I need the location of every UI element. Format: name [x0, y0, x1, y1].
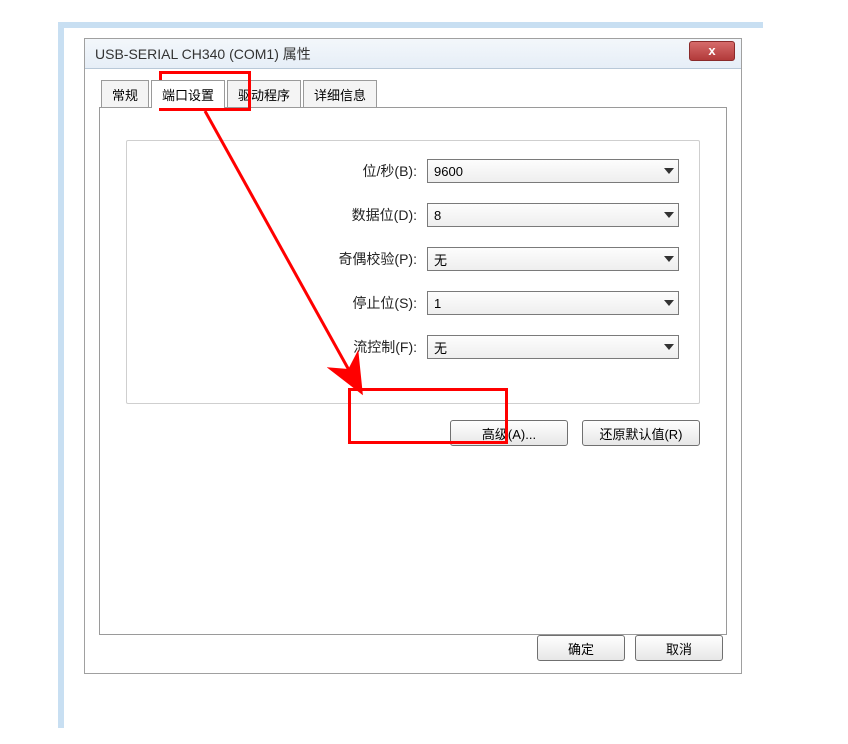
port-settings-group: 位/秒(B): 9600 数据位(D): 8: [126, 140, 700, 404]
advanced-button[interactable]: 高级(A)...: [450, 420, 568, 446]
chevron-down-icon: [664, 256, 674, 262]
row-parity: 奇偶校验(P): 无: [167, 247, 679, 271]
tab-general[interactable]: 常规: [101, 80, 149, 108]
tab-panel-port-settings: 位/秒(B): 9600 数据位(D): 8: [99, 107, 727, 635]
tab-driver[interactable]: 驱动程序: [227, 80, 301, 108]
outer-window-top-border: [58, 22, 763, 28]
row-flowcontrol: 流控制(F): 无: [167, 335, 679, 359]
dialog-client-area: 常规 端口设置 驱动程序 详细信息 位/秒(B): 9600: [85, 69, 741, 673]
port-settings-rows: 位/秒(B): 9600 数据位(D): 8: [167, 159, 679, 379]
combo-databits[interactable]: 8: [427, 203, 679, 227]
cancel-button[interactable]: 取消: [635, 635, 723, 661]
tab-label: 详细信息: [314, 88, 366, 103]
button-label: 确定: [568, 639, 594, 658]
tab-label: 端口设置: [162, 88, 214, 103]
tab-strip: 常规 端口设置 驱动程序 详细信息: [101, 79, 727, 107]
chevron-down-icon: [664, 168, 674, 174]
ok-button[interactable]: 确定: [537, 635, 625, 661]
chevron-down-icon: [664, 300, 674, 306]
row-baud: 位/秒(B): 9600: [167, 159, 679, 183]
label-baud: 位/秒(B):: [167, 161, 427, 181]
window-title: USB-SERIAL CH340 (COM1) 属性: [95, 44, 311, 64]
port-settings-buttons: 高级(A)... 还原默认值(R): [100, 420, 700, 446]
combo-value: 1: [434, 296, 441, 311]
row-databits: 数据位(D): 8: [167, 203, 679, 227]
close-icon: x: [708, 43, 715, 58]
button-label: 取消: [666, 639, 692, 658]
combo-parity[interactable]: 无: [427, 247, 679, 271]
label-databits: 数据位(D):: [167, 205, 427, 225]
combo-value: 9600: [434, 164, 463, 179]
tab-port-settings[interactable]: 端口设置: [151, 80, 225, 108]
restore-defaults-button[interactable]: 还原默认值(R): [582, 420, 700, 446]
combo-value: 无: [434, 250, 447, 269]
combo-baud[interactable]: 9600: [427, 159, 679, 183]
properties-dialog: USB-SERIAL CH340 (COM1) 属性 x 常规 端口设置 驱动程…: [84, 38, 742, 674]
tab-label: 常规: [112, 88, 138, 103]
dialog-footer-buttons: 确定 取消: [537, 635, 723, 661]
combo-stopbits[interactable]: 1: [427, 291, 679, 315]
combo-value: 8: [434, 208, 441, 223]
chevron-down-icon: [664, 344, 674, 350]
label-stopbits: 停止位(S):: [167, 293, 427, 313]
titlebar: USB-SERIAL CH340 (COM1) 属性 x: [85, 39, 741, 69]
close-button[interactable]: x: [689, 41, 735, 61]
combo-value: 无: [434, 338, 447, 357]
outer-window-left-border: [58, 22, 64, 728]
tab-label: 驱动程序: [238, 88, 290, 103]
button-label: 高级(A)...: [482, 424, 536, 443]
label-parity: 奇偶校验(P):: [167, 249, 427, 269]
button-label: 还原默认值(R): [599, 424, 682, 443]
chevron-down-icon: [664, 212, 674, 218]
row-stopbits: 停止位(S): 1: [167, 291, 679, 315]
combo-flowcontrol[interactable]: 无: [427, 335, 679, 359]
label-flowcontrol: 流控制(F):: [167, 337, 427, 357]
tab-details[interactable]: 详细信息: [303, 80, 377, 108]
